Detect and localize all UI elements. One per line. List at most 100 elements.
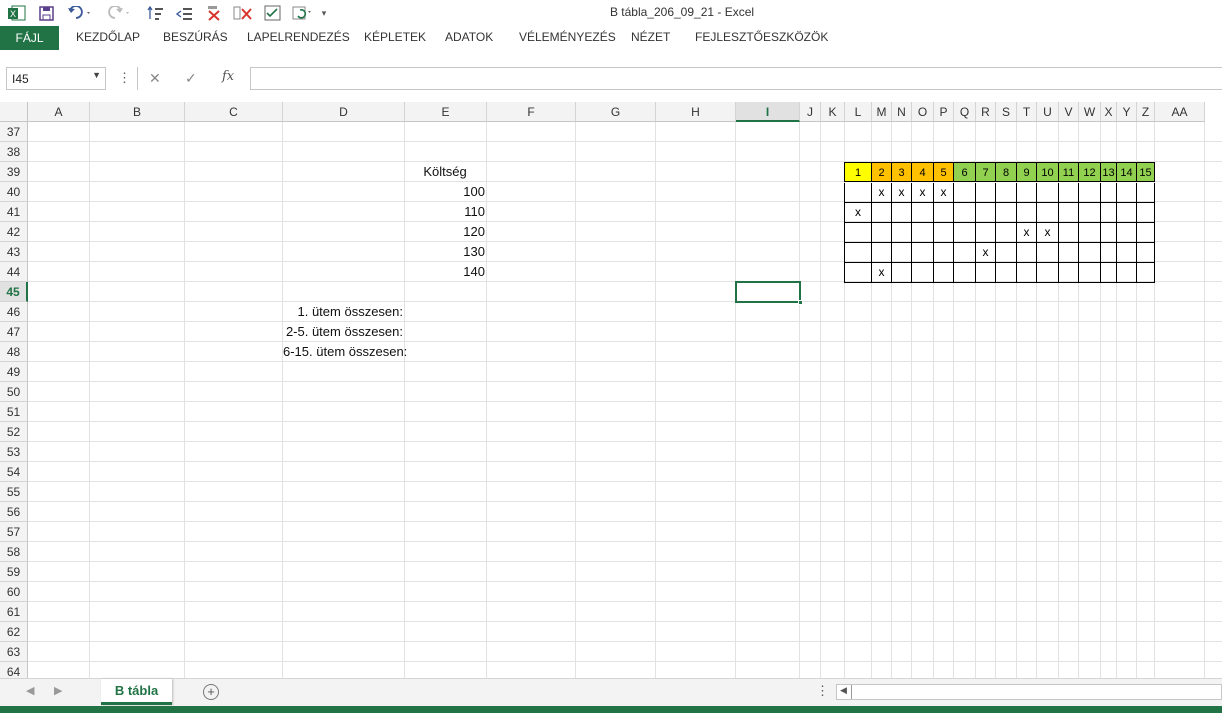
column-header-i[interactable]: I — [736, 102, 800, 122]
row-header-62[interactable]: 62 — [0, 622, 28, 642]
schedule-mark-cell[interactable] — [975, 183, 996, 203]
schedule-mark-cell[interactable] — [1078, 183, 1101, 203]
tab-review[interactable]: VÉLEMÉNYEZÉS — [519, 30, 616, 44]
row-header-64[interactable]: 64 — [0, 662, 28, 678]
column-header-t[interactable]: T — [1017, 102, 1037, 122]
column-header-w[interactable]: W — [1079, 102, 1101, 122]
column-header-f[interactable]: F — [487, 102, 576, 122]
schedule-mark-cell[interactable] — [995, 243, 1017, 263]
prev-sheet-icon[interactable]: ◀ — [26, 684, 34, 697]
schedule-mark-cell[interactable] — [891, 243, 912, 263]
cell-e43[interactable]: 130 — [405, 242, 485, 262]
schedule-mark-cell[interactable] — [1036, 243, 1059, 263]
tab-file[interactable]: FÁJL — [0, 26, 59, 50]
scroll-left-icon[interactable]: ◀ — [840, 685, 847, 696]
schedule-mark-cell[interactable]: x — [891, 183, 912, 203]
schedule-mark-cell[interactable] — [975, 223, 996, 243]
column-header-s[interactable]: S — [996, 102, 1017, 122]
schedule-mark-cell[interactable] — [1078, 223, 1101, 243]
schedule-mark-cell[interactable] — [995, 183, 1017, 203]
row-header-55[interactable]: 55 — [0, 482, 28, 502]
cell-e42[interactable]: 120 — [405, 222, 485, 242]
schedule-mark-cell[interactable] — [1136, 183, 1155, 203]
row-header-37[interactable]: 37 — [0, 122, 28, 142]
schedule-mark-cell[interactable] — [844, 183, 872, 203]
schedule-mark-cell[interactable] — [975, 263, 996, 283]
schedule-mark-cell[interactable] — [871, 243, 892, 263]
row-header-57[interactable]: 57 — [0, 522, 28, 542]
row-header-58[interactable]: 58 — [0, 542, 28, 562]
column-header-v[interactable]: V — [1059, 102, 1079, 122]
column-header-u[interactable]: U — [1037, 102, 1059, 122]
schedule-mark-cell[interactable] — [1116, 183, 1137, 203]
row-header-56[interactable]: 56 — [0, 502, 28, 522]
row-header-40[interactable]: 40 — [0, 182, 28, 202]
schedule-mark-cell[interactable] — [1058, 203, 1079, 223]
column-header-h[interactable]: H — [656, 102, 736, 122]
schedule-mark-cell[interactable] — [953, 203, 976, 223]
schedule-mark-cell[interactable] — [871, 203, 892, 223]
schedule-mark-cell[interactable] — [871, 223, 892, 243]
schedule-mark-cell[interactable] — [1058, 243, 1079, 263]
schedule-mark-cell[interactable] — [933, 223, 954, 243]
schedule-mark-cell[interactable] — [911, 223, 934, 243]
row-header-41[interactable]: 41 — [0, 202, 28, 222]
schedule-mark-cell[interactable] — [953, 263, 976, 283]
row-header-50[interactable]: 50 — [0, 382, 28, 402]
column-header-p[interactable]: P — [934, 102, 954, 122]
worksheet-grid[interactable]: A B C D E F G H I J K L M N O P Q R S T U V W X Y Z AA 37 38 39 40 41 42… — [0, 102, 1222, 678]
row-header-43[interactable]: 43 — [0, 242, 28, 262]
schedule-mark-cell[interactable] — [1078, 203, 1101, 223]
schedule-mark-cell[interactable] — [995, 203, 1017, 223]
tab-view[interactable]: NÉZET — [631, 30, 670, 44]
row-header-42[interactable]: 42 — [0, 222, 28, 242]
row-header-51[interactable]: 51 — [0, 402, 28, 422]
schedule-mark-cell[interactable] — [995, 223, 1017, 243]
row-header-61[interactable]: 61 — [0, 602, 28, 622]
add-sheet-icon[interactable]: + — [203, 684, 219, 700]
schedule-mark-cell[interactable] — [1136, 203, 1155, 223]
tab-home[interactable]: KEZDŐLAP — [76, 30, 140, 44]
schedule-mark-cell[interactable] — [891, 263, 912, 283]
formula-input[interactable] — [250, 67, 1222, 90]
row-header-54[interactable]: 54 — [0, 462, 28, 482]
schedule-mark-cell[interactable]: x — [933, 183, 954, 203]
select-all-corner[interactable] — [0, 102, 28, 122]
schedule-mark-cell[interactable] — [891, 203, 912, 223]
tab-developer[interactable]: FEJLESZTŐESZKÖZÖK — [695, 30, 828, 44]
schedule-mark-cell[interactable] — [1016, 183, 1037, 203]
column-header-y[interactable]: Y — [1117, 102, 1137, 122]
column-header-z[interactable]: Z — [1137, 102, 1155, 122]
schedule-mark-cell[interactable] — [1100, 203, 1117, 223]
schedule-mark-cell[interactable] — [953, 223, 976, 243]
schedule-mark-cell[interactable] — [1136, 243, 1155, 263]
schedule-mark-cell[interactable] — [1116, 203, 1137, 223]
column-header-a[interactable]: A — [28, 102, 90, 122]
column-header-c[interactable]: C — [185, 102, 283, 122]
enter-icon[interactable]: ✓ — [185, 70, 197, 87]
sheet-tab-b-tabla[interactable]: B tábla — [101, 679, 172, 705]
schedule-mark-cell[interactable]: x — [1016, 223, 1037, 243]
schedule-mark-cell[interactable] — [1100, 243, 1117, 263]
schedule-mark-cell[interactable] — [1078, 243, 1101, 263]
column-header-g[interactable]: G — [576, 102, 656, 122]
column-header-o[interactable]: O — [912, 102, 934, 122]
row-header-49[interactable]: 49 — [0, 362, 28, 382]
schedule-mark-cell[interactable] — [995, 263, 1017, 283]
next-sheet-icon[interactable]: ▶ — [54, 684, 62, 697]
cell-e41[interactable]: 110 — [405, 202, 485, 222]
column-header-x[interactable]: X — [1101, 102, 1117, 122]
row-header-44[interactable]: 44 — [0, 262, 28, 282]
tab-page-layout[interactable]: LAPELRENDEZÉS — [247, 30, 350, 44]
schedule-mark-cell[interactable]: x — [1036, 223, 1059, 243]
schedule-mark-cell[interactable] — [1058, 223, 1079, 243]
row-header-53[interactable]: 53 — [0, 442, 28, 462]
schedule-mark-cell[interactable] — [1136, 263, 1155, 283]
schedule-mark-cell[interactable] — [933, 263, 954, 283]
schedule-mark-cell[interactable]: x — [871, 183, 892, 203]
schedule-mark-cell[interactable] — [911, 203, 934, 223]
horizontal-scrollbar[interactable]: ◀ — [836, 684, 1222, 700]
schedule-mark-cell[interactable] — [844, 243, 872, 263]
schedule-mark-cell[interactable]: x — [844, 203, 872, 223]
cell-e39[interactable]: Költség — [405, 162, 485, 182]
